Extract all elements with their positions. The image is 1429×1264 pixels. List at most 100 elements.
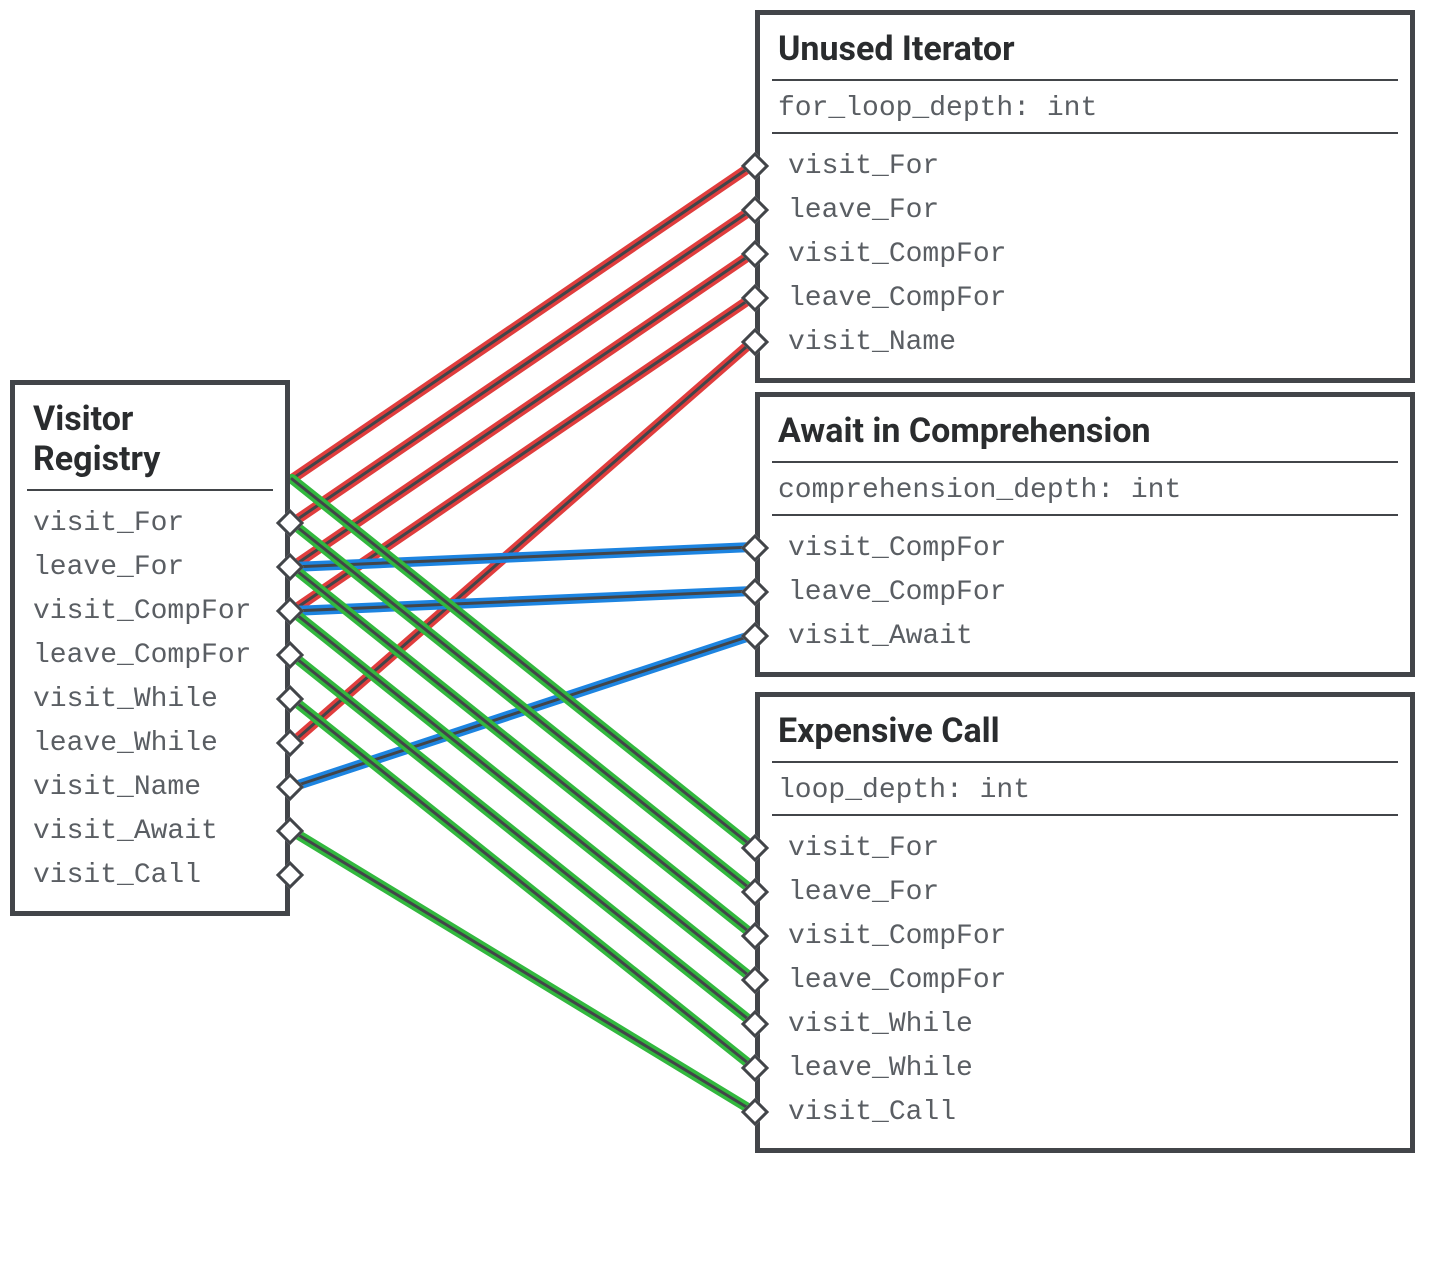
registry-method-visit_CompFor: visit_CompFor [15, 589, 285, 633]
method-label: visit_For [788, 151, 939, 182]
connection-leave_For-to-unused [292, 209, 753, 523]
divider [27, 489, 273, 491]
connection-leave_CompFor-to-await [292, 591, 753, 611]
divider [772, 132, 1398, 134]
box-title: Await in Comprehension [760, 407, 1410, 461]
box-title: Unused Iterator [760, 25, 1410, 79]
connection-visit_CompFor-to-await [292, 547, 753, 567]
method-list: visit_For leave_For visit_CompForleave_Com… [760, 822, 1410, 1134]
method-label: visit_For [33, 508, 184, 539]
method-label: visit_Call [33, 860, 201, 891]
diamond-icon [741, 1098, 769, 1126]
method-label: leave_While [788, 1053, 973, 1084]
box-title: Expensive Call [760, 707, 1410, 761]
expensive-box: Expensive Callloop_depth: intvisit_Forle… [755, 692, 1415, 1153]
method-label: visit_For [788, 833, 939, 864]
method-label: visit_Name [33, 772, 201, 803]
diamond-icon [741, 534, 769, 562]
expensive-method-leave_For: leave_For [760, 870, 1410, 914]
connection-visit_CompFor-to-unused [292, 253, 753, 567]
diagram-canvas: Visitor Registry visit_Forleave_Forvisit… [0, 0, 1429, 1264]
diamond-icon [741, 834, 769, 862]
diamond-icon [276, 553, 304, 581]
diamond-icon [741, 328, 769, 356]
box-attrs: for_loop_depth: int [760, 87, 1410, 132]
connection-inner [292, 611, 753, 979]
expensive-method-visit_Call: visit_Call [760, 1090, 1410, 1134]
unused-method-visit_CompFor: visit_CompFor [760, 232, 1410, 276]
unused-method-leave_For: leave_For [760, 188, 1410, 232]
expensive-method-leave_While: leave_While [760, 1046, 1410, 1090]
diamond-icon [741, 966, 769, 994]
connection-inner [292, 253, 753, 567]
registry-method-leave_CompFor: leave_CompFor [15, 633, 285, 677]
diamond-icon [741, 284, 769, 312]
registry-method-leave_While: leave_While [15, 721, 285, 765]
connection-inner [292, 699, 753, 1067]
registry-method-visit_Await: visit_Await [15, 809, 285, 853]
connection-visit_Await-to-await [292, 635, 753, 787]
diamond-icon [741, 622, 769, 650]
diamond-icon [276, 685, 304, 713]
connection-leave_For-to-expensive [292, 523, 753, 891]
diamond-icon [741, 1054, 769, 1082]
await-method-leave_CompFor: leave_CompFor [760, 570, 1410, 614]
divider [772, 79, 1398, 81]
connection-inner [292, 297, 753, 611]
connection-visit_Name-to-unused [292, 341, 753, 743]
method-label: leave_For [788, 877, 939, 908]
divider [772, 814, 1398, 816]
diamond-icon [276, 641, 304, 669]
connection-inner [292, 341, 753, 743]
connection-inner [292, 635, 753, 787]
connection-inner [292, 165, 753, 479]
diamond-icon [741, 196, 769, 224]
registry-method-visit_Name: visit_Name [15, 765, 285, 809]
method-label: visit_Name [788, 327, 956, 358]
method-label: visit_While [788, 1009, 973, 1040]
method-label: leave_For [33, 552, 184, 583]
method-label: visit_CompFor [788, 239, 1006, 270]
diamond-icon [741, 578, 769, 606]
registry-method-leave_For: leave_For [15, 545, 285, 589]
unused-method-visit_For: visit_For [760, 144, 1410, 188]
method-label: leave_While [33, 728, 218, 759]
diamond-icon [741, 922, 769, 950]
divider [772, 761, 1398, 763]
method-list: visit_CompForleave_CompForvisit_Await [760, 522, 1410, 658]
method-label: visit_While [33, 684, 218, 715]
diamond-icon [741, 878, 769, 906]
divider [772, 461, 1398, 463]
diamond-icon [741, 152, 769, 180]
connection-inner [292, 655, 753, 1023]
box-title: Visitor Registry [15, 395, 285, 489]
connection-leave_CompFor-to-unused [292, 297, 753, 611]
expensive-method-leave_CompFor: leave_CompFor [760, 958, 1410, 1002]
method-label: leave_CompFor [33, 640, 251, 671]
connection-visit_CompFor-to-expensive [292, 567, 753, 935]
diamond-icon [276, 773, 304, 801]
connection-inner [292, 831, 753, 1111]
box-attrs: comprehension_depth: int [760, 469, 1410, 514]
method-label: leave_CompFor [788, 283, 1006, 314]
connection-inner [292, 591, 753, 611]
diamond-icon [276, 817, 304, 845]
expensive-method-visit_While: visit_While [760, 1002, 1410, 1046]
registry-method-visit_Call: visit_Call [15, 853, 285, 897]
expensive-method-visit_For: visit_For [760, 826, 1410, 870]
await-method-visit_CompFor: visit_CompFor [760, 526, 1410, 570]
expensive-method-visit_CompFor: visit_CompFor [760, 914, 1410, 958]
method-list: visit_For leave_For visit_CompFor leave_Com… [760, 140, 1410, 364]
method-label: visit_Call [788, 1097, 956, 1128]
connection-visit_Call-to-expensive [292, 831, 753, 1111]
diamond-icon [276, 597, 304, 625]
unused-method-leave_CompFor: leave_CompFor [760, 276, 1410, 320]
method-list: visit_For leave_For visit_CompFor leave_Com… [15, 497, 285, 897]
diamond-icon [741, 1010, 769, 1038]
connection-leave_While-to-expensive [292, 699, 753, 1067]
divider [772, 514, 1398, 516]
connection-visit_While-to-expensive [292, 655, 753, 1023]
connection-inner [292, 567, 753, 935]
unused-method-visit_Name: visit_Name [760, 320, 1410, 364]
registry-method-visit_While: visit_While [15, 677, 285, 721]
